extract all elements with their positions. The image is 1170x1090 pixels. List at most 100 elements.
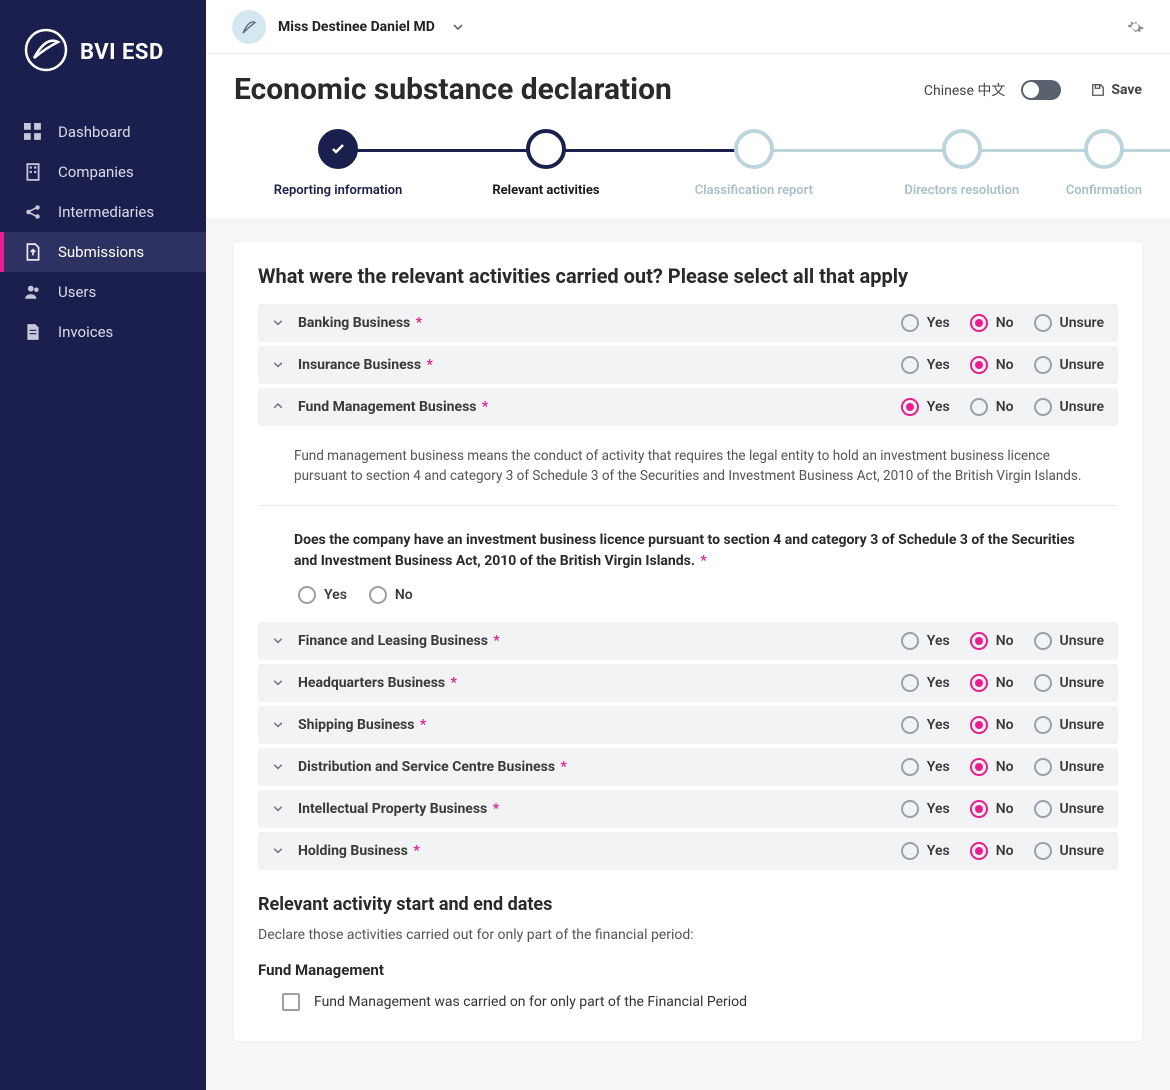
radio-no[interactable]: No: [970, 674, 1014, 692]
radio-unsure[interactable]: Unsure: [1034, 716, 1104, 734]
radio-unsure[interactable]: Unsure: [1034, 356, 1104, 374]
page-body: Economic substance declaration Chinese 中…: [206, 54, 1170, 1090]
radio-yes[interactable]: Yes: [901, 758, 950, 776]
radio-no[interactable]: No: [970, 800, 1014, 818]
step-directors[interactable]: Directors resolution: [858, 129, 1066, 198]
save-label: Save: [1111, 82, 1142, 98]
partial-period-checkbox[interactable]: [282, 993, 300, 1011]
partial-period-row[interactable]: Fund Management was carried on for only …: [282, 993, 1118, 1011]
chevron-down-icon: [272, 719, 284, 731]
nav-invoices[interactable]: Invoices: [0, 312, 206, 352]
nav-label: Dashboard: [58, 123, 131, 141]
radio-unsure[interactable]: Unsure: [1034, 314, 1104, 332]
radio-yes[interactable]: Yes: [901, 716, 950, 734]
radio-yes[interactable]: Yes: [901, 632, 950, 650]
activity-row[interactable]: Shipping Business * Yes No Unsure: [258, 706, 1118, 744]
nav-companies[interactable]: Companies: [0, 152, 206, 192]
radio-no[interactable]: No: [970, 758, 1014, 776]
radio-group: Yes No Unsure: [901, 314, 1104, 332]
radio-unsure[interactable]: Unsure: [1034, 674, 1104, 692]
radio-group: Yes No Unsure: [901, 800, 1104, 818]
step-reporting[interactable]: Reporting information: [234, 129, 442, 198]
activity-label: Insurance Business *: [298, 357, 901, 373]
activity-label: Banking Business *: [298, 315, 901, 331]
radio-no[interactable]: No: [970, 398, 1014, 416]
share-icon: [24, 203, 42, 221]
partial-period-label: Fund Management was carried on for only …: [314, 994, 747, 1010]
gear-icon[interactable]: [1126, 18, 1144, 36]
activity-row[interactable]: Distribution and Service Centre Business…: [258, 748, 1118, 786]
radio-no[interactable]: No: [970, 356, 1014, 374]
radio-yes[interactable]: Yes: [901, 674, 950, 692]
building-icon: [24, 163, 42, 181]
nav-label: Companies: [58, 163, 134, 181]
title-row: Economic substance declaration Chinese 中…: [234, 72, 1142, 107]
brand-name: BVI ESD: [80, 40, 164, 65]
chevron-down-icon: [272, 677, 284, 689]
sidebar-nav: Dashboard Companies Intermediaries Submi…: [0, 112, 206, 352]
radio-yes[interactable]: Yes: [901, 398, 950, 416]
step-label: Relevant activities: [492, 183, 599, 198]
radio-group: Yes No Unsure: [901, 758, 1104, 776]
activity-description: Fund management business means the condu…: [258, 430, 1118, 506]
step-label: Reporting information: [274, 183, 402, 198]
nav-label: Intermediaries: [58, 203, 154, 221]
activity-row[interactable]: Finance and Leasing Business * Yes No Un…: [258, 622, 1118, 660]
chevron-down-icon: [272, 317, 284, 329]
nav-users[interactable]: Users: [0, 272, 206, 312]
activity-label: Intellectual Property Business *: [298, 801, 901, 817]
user-name: Miss Destinee Daniel MD: [278, 19, 435, 35]
main: Miss Destinee Daniel MD Economic substan…: [206, 0, 1170, 1090]
activity-row[interactable]: Banking Business * Yes No Unsure: [258, 304, 1118, 342]
chevron-up-icon: [272, 401, 284, 413]
chevron-down-icon[interactable]: [453, 22, 463, 32]
nav-label: Submissions: [58, 243, 144, 261]
radio-unsure[interactable]: Unsure: [1034, 758, 1104, 776]
radio-yes[interactable]: Yes: [901, 314, 950, 332]
radio-unsure[interactable]: Unsure: [1034, 632, 1104, 650]
nav-submissions[interactable]: Submissions: [0, 232, 206, 272]
radio-yes[interactable]: Yes: [901, 356, 950, 374]
activity-row[interactable]: Intellectual Property Business * Yes No …: [258, 790, 1118, 828]
activities-card: What were the relevant activities carrie…: [234, 242, 1142, 1041]
radio-no[interactable]: No: [970, 632, 1014, 650]
activity-row[interactable]: Headquarters Business * Yes No Unsure: [258, 664, 1118, 702]
activity-label: Fund Management Business *: [298, 399, 901, 415]
radio-unsure[interactable]: Unsure: [1034, 398, 1104, 416]
radio-yes[interactable]: Yes: [298, 586, 347, 604]
dates-section-title: Relevant activity start and end dates: [258, 894, 1118, 915]
nav-intermediaries[interactable]: Intermediaries: [0, 192, 206, 232]
avatar[interactable]: [232, 10, 266, 44]
document-icon: [24, 323, 42, 341]
activity-label: Shipping Business *: [298, 717, 901, 733]
language-toggle[interactable]: [1021, 80, 1061, 100]
radio-group: Yes No Unsure: [901, 674, 1104, 692]
activity-row[interactable]: Insurance Business * Yes No Unsure: [258, 346, 1118, 384]
nav-dashboard[interactable]: Dashboard: [0, 112, 206, 152]
radio-no[interactable]: No: [970, 314, 1014, 332]
radio-yes[interactable]: Yes: [901, 842, 950, 860]
radio-unsure[interactable]: Unsure: [1034, 842, 1104, 860]
nav-label: Invoices: [58, 323, 113, 341]
step-classification[interactable]: Classification report: [650, 129, 858, 198]
question-title: What were the relevant activities carrie…: [258, 264, 1118, 288]
radio-no[interactable]: No: [970, 842, 1014, 860]
check-icon: [330, 141, 346, 157]
radio-unsure[interactable]: Unsure: [1034, 800, 1104, 818]
step-confirmation[interactable]: Confirmation: [1066, 129, 1142, 198]
sidebar: BVI ESD Dashboard Companies Intermediari…: [0, 0, 206, 1090]
brand-logo-icon: [24, 28, 68, 76]
radio-yes[interactable]: Yes: [901, 800, 950, 818]
radio-no[interactable]: No: [970, 716, 1014, 734]
activity-label: Finance and Leasing Business *: [298, 633, 901, 649]
activity-label: Holding Business *: [298, 843, 901, 859]
file-upload-icon: [24, 243, 42, 261]
activity-row[interactable]: Holding Business * Yes No Unsure: [258, 832, 1118, 870]
chevron-down-icon: [272, 761, 284, 773]
radio-group: Yes No Unsure: [901, 356, 1104, 374]
step-activities[interactable]: Relevant activities: [442, 129, 650, 198]
radio-group: Yes No Unsure: [901, 716, 1104, 734]
activity-row[interactable]: Fund Management Business * Yes No Unsure: [258, 388, 1118, 426]
radio-no[interactable]: No: [369, 586, 413, 604]
save-button[interactable]: Save: [1091, 82, 1142, 98]
